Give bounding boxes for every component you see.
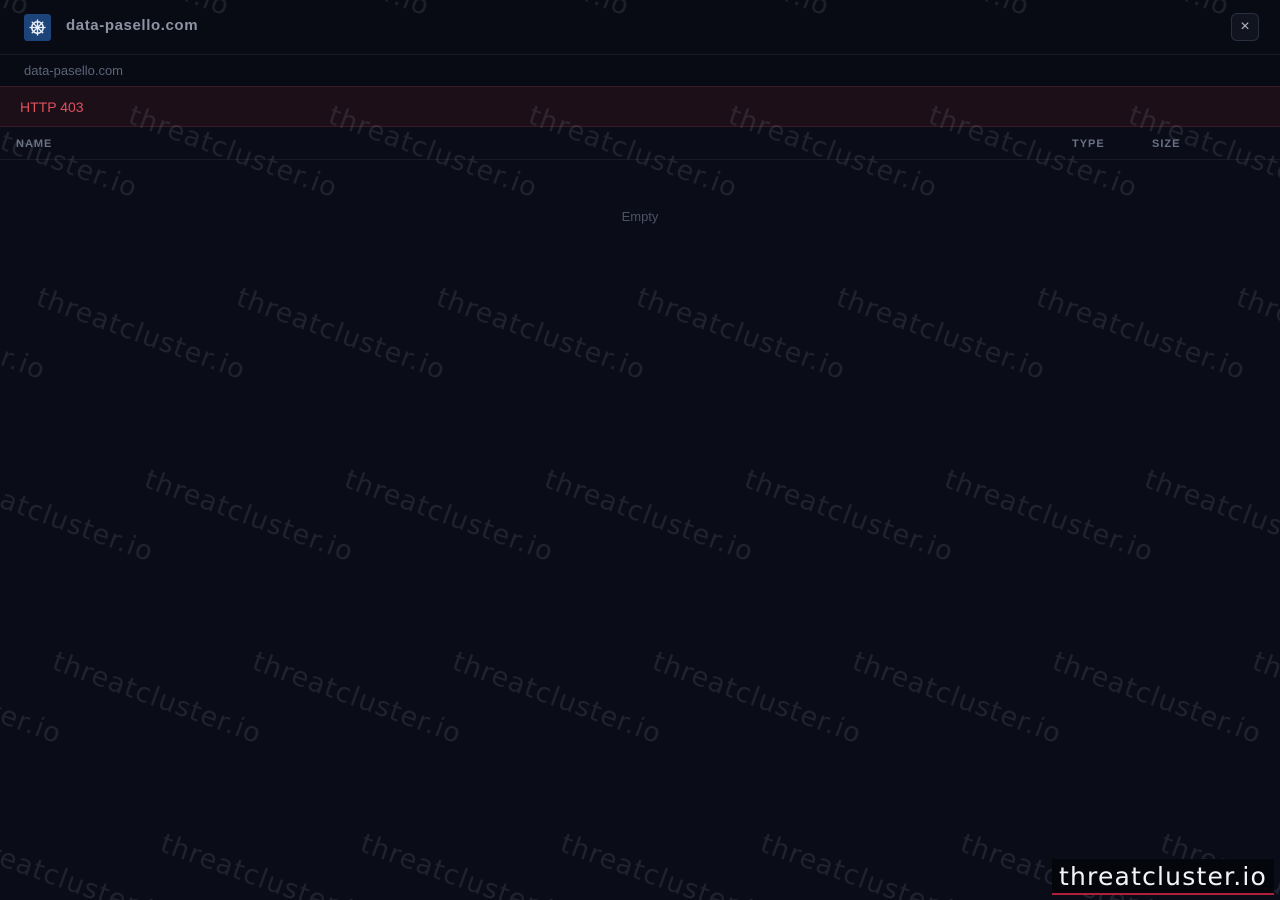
watermark-text: threatcluster.io [448,646,666,751]
watermark-text: threatcluster.io [340,464,558,569]
close-icon: × [1240,18,1250,35]
watermark-text: threatcluster.io [32,282,250,387]
watermark-text: threatcluster.io [648,646,866,751]
watermark-text: threatcluster.io [1232,282,1280,387]
breadcrumb: data-pasello.com [0,55,1280,87]
watermark-text: threatcluster.io [140,464,358,569]
watermark-text: threatcluster.io [756,828,974,900]
watermark-text: threatcluster.io [0,646,66,751]
helm-wheel-icon [24,14,51,41]
watermark-text: threatcluster.io [248,646,466,751]
close-button[interactable]: × [1231,13,1259,41]
watermark-text: threatcluster.io [48,646,266,751]
breadcrumb-path[interactable]: data-pasello.com [24,63,123,78]
watermark-text: threatcluster.io [940,464,1158,569]
watermark-text: threatcluster.io [232,282,450,387]
brand-badge: threatcluster.io [1052,859,1274,895]
watermark-text: threatcluster.io [1140,464,1280,569]
column-header-name[interactable]: NAME [16,138,52,150]
watermark-text: threatcluster.io [556,828,774,900]
column-header-type[interactable]: TYPE [1072,138,1105,150]
brand-badge-text: threatcluster.io [1059,861,1267,891]
watermark-text: threatcluster.io [432,282,650,387]
watermark-text: threatcluster.io [0,828,174,900]
watermark-text: threatcluster.io [632,282,850,387]
watermark-text: threatcluster.io [0,282,50,387]
watermark-text: threatcluster.io [1048,646,1266,751]
watermark-text: threatcluster.io [540,464,758,569]
watermark-text: threatcluster.io [832,282,1050,387]
error-message: HTTP 403 [20,99,84,115]
watermark-text: threatcluster.io [156,828,374,900]
empty-state: Empty [621,209,659,224]
table-header: NAME TYPE SIZE [0,128,1280,160]
watermark-text: threatcluster.io [740,464,958,569]
column-header-size[interactable]: SIZE [1152,138,1180,150]
watermark-text: threatcluster.io [0,464,158,569]
watermark-text: threatcluster.io [1248,646,1280,751]
app-window: data-pasello.com × data-pasello.com HTTP… [0,0,1280,900]
error-banner: HTTP 403 [0,86,1280,127]
watermark-text: threatcluster.io [1032,282,1250,387]
window-title: data-pasello.com [66,17,199,34]
watermark-text: threatcluster.io [356,828,574,900]
header-bar: data-pasello.com × [0,0,1280,55]
watermark-text: threatcluster.io [848,646,1066,751]
